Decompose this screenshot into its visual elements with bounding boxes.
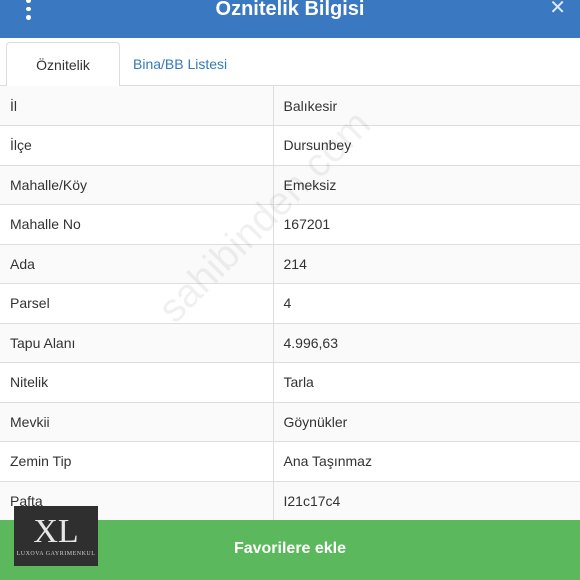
table-row: İlçe Dursunbey xyxy=(0,125,580,166)
row-label: Tapu Alanı xyxy=(0,323,274,363)
table-row: Nitelik Tarla xyxy=(0,362,580,403)
table-row: Parsel 4 xyxy=(0,283,580,324)
row-value: 4 xyxy=(273,283,580,324)
logo-mark: XL xyxy=(33,513,79,550)
row-value: Tarla xyxy=(273,362,580,403)
tab-bina-bb-listesi[interactable]: Bina/BB Listesi xyxy=(123,42,237,87)
row-label: İlçe xyxy=(0,125,274,166)
row-value: Dursunbey xyxy=(273,125,580,166)
row-value: 167201 xyxy=(273,204,580,245)
row-value: Göynükler xyxy=(273,402,580,442)
table-row: Ada 214 xyxy=(0,244,580,284)
table-row: Tapu Alanı 4.996,63 xyxy=(0,323,580,363)
row-label: Mahalle/Köy xyxy=(0,165,274,205)
row-value: Emeksiz xyxy=(273,165,580,205)
row-label: Ada xyxy=(0,244,274,284)
table-row: Zemin Tip Ana Taşınmaz xyxy=(0,441,580,482)
table-row: Mevkii Göynükler xyxy=(0,402,580,442)
dialog-title: Öznitelik Bilgisi xyxy=(215,0,365,20)
tab-oznitelik-bilgisi[interactable]: Öznitelik Bilgisi xyxy=(6,42,120,117)
dialog-header: Öznitelik Bilgisi ✕ xyxy=(0,0,580,38)
row-label: Mevkii xyxy=(0,402,274,442)
table-row: İl Balıkesir xyxy=(0,86,580,126)
company-logo: XL LUXOVA GAYRIMENKUL xyxy=(14,506,98,566)
row-value: 214 xyxy=(273,244,580,284)
attribute-table: İl Balıkesir İlçe Dursunbey Mahalle/Köy Emeks… xyxy=(0,86,580,520)
table-row: Mahalle No 167201 xyxy=(0,204,580,245)
row-value: 4.996,63 xyxy=(273,323,580,363)
row-value: I21c17c4 xyxy=(273,481,580,520)
row-label: İl xyxy=(0,86,274,126)
row-value: Ana Taşınmaz xyxy=(273,441,580,482)
row-value: Balıkesir xyxy=(273,86,580,126)
logo-name: LUXOVA GAYRIMENKUL xyxy=(16,551,96,557)
tab-bar: Öznitelik Bilgisi Bina/BB Listesi xyxy=(0,38,580,117)
row-label: Mahalle No xyxy=(0,204,274,245)
row-label: Nitelik xyxy=(0,362,274,403)
close-icon[interactable]: ✕ xyxy=(549,0,566,20)
table-row: Mahalle/Köy Emeksiz xyxy=(0,165,580,205)
row-label: Parsel xyxy=(0,283,274,324)
row-label: Zemin Tip xyxy=(0,441,274,482)
